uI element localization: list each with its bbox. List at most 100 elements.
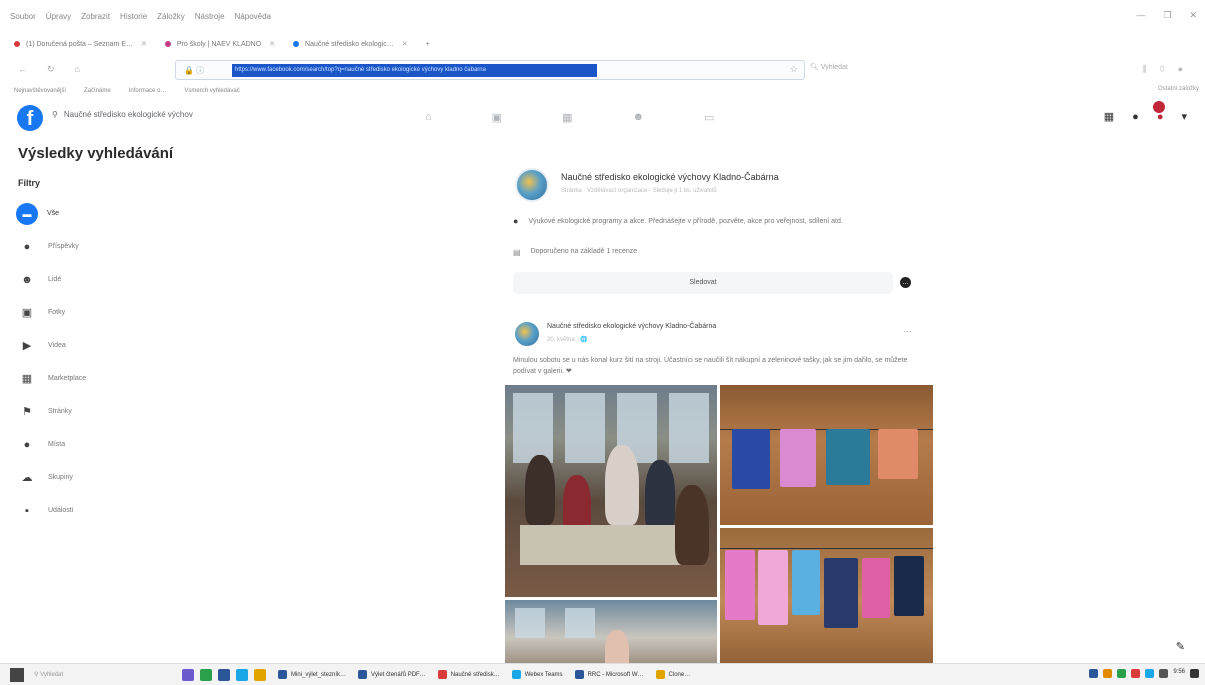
- facebook-search-input[interactable]: ⚲ Naučné středisko ekologické výchov: [52, 110, 193, 119]
- menu-bookmarks[interactable]: Záložky: [157, 12, 185, 21]
- close-tab-icon[interactable]: ✕: [269, 40, 275, 48]
- edge-icon[interactable]: [200, 668, 212, 681]
- menu-tools[interactable]: Nástroje: [195, 12, 225, 21]
- tab-strip: (1) Doručená pošta – Seznam E… ✕ Pro ško…: [0, 34, 1205, 54]
- reader-icon[interactable]: ☆: [790, 64, 798, 75]
- taskbar-app[interactable]: Mini_výlet_stezník…: [278, 670, 346, 679]
- close-window-button[interactable]: ✕: [1189, 10, 1197, 21]
- filter-pages[interactable]: ⚑ Stránky: [18, 395, 218, 428]
- filter-events[interactable]: ▪ Události: [18, 494, 218, 527]
- gaming-icon[interactable]: ▭: [704, 111, 714, 124]
- menu-history[interactable]: Historie: [120, 12, 147, 21]
- marketplace-icon[interactable]: ▦: [562, 111, 572, 124]
- new-tab-button[interactable]: +: [426, 41, 430, 48]
- filter-marketplace[interactable]: ▦ Marketplace: [18, 362, 218, 395]
- sidebar-icon[interactable]: ▯: [1158, 64, 1177, 74]
- post-options-button[interactable]: ···: [903, 326, 912, 336]
- page-description: Výukové ekologické programy a akce. Před…: [528, 218, 843, 225]
- new-message-icon[interactable]: ✎: [1176, 640, 1185, 653]
- filter-all[interactable]: ▬ Vše: [16, 197, 218, 230]
- firefox-icon[interactable]: [254, 668, 266, 681]
- messenger-icon[interactable]: ●: [1132, 111, 1139, 123]
- post-timestamp[interactable]: 20. května · 🌐: [547, 336, 588, 343]
- map-pin-icon: ●: [23, 438, 31, 451]
- post-author-avatar[interactable]: [515, 322, 539, 346]
- taskbar-app[interactable]: Webex Teams: [511, 670, 563, 679]
- back-icon[interactable]: ←: [18, 64, 47, 74]
- recommend-text: Doporučeno na základě 1 recenze: [530, 248, 638, 255]
- library-icon[interactable]: ⫼: [1142, 64, 1158, 74]
- home-icon[interactable]: ⌂: [425, 111, 432, 124]
- page-info-row: ● Výukové ekologické programy a akce. Př…: [513, 216, 923, 227]
- home-icon[interactable]: ⌂: [75, 64, 100, 74]
- filter-posts[interactable]: ● Příspěvky: [18, 230, 218, 263]
- taskbar-app[interactable]: Výlet čtenářů PDF…: [358, 670, 426, 679]
- page-name-link[interactable]: Naučné středisko ekologické výchovy Klad…: [561, 172, 779, 182]
- post-author-link[interactable]: Naučné středisko ekologické výchovy Klad…: [547, 323, 716, 330]
- tab-facebook[interactable]: Naučné středisko ekologic… ✕: [293, 40, 408, 48]
- filter-places[interactable]: ● Místa: [18, 428, 218, 461]
- filter-videos[interactable]: ▶ Videa: [18, 329, 218, 362]
- post-photo[interactable]: [720, 528, 933, 675]
- taskbar-search[interactable]: ⚲ Vyhledat: [34, 671, 154, 678]
- bookmark-item[interactable]: Informace o…: [129, 88, 167, 94]
- tray-icon[interactable]: [1131, 669, 1141, 678]
- taskbar-app[interactable]: Naučné středisk…: [437, 670, 500, 679]
- close-tab-icon[interactable]: ✕: [141, 40, 147, 48]
- filter-photos[interactable]: ▣ Fotky: [18, 296, 218, 329]
- address-bar[interactable]: 🔒 ⓘ https://www.facebook.com/search/top?…: [175, 60, 805, 80]
- menu-grid-icon[interactable]: ▦: [1104, 110, 1114, 123]
- post-photo[interactable]: [720, 385, 933, 525]
- tray-icon[interactable]: [1089, 669, 1099, 678]
- tab-label: Pro školy | NAEV KLADNO: [176, 40, 262, 48]
- toolbar-right-icons: ⫼▯●: [1142, 64, 1195, 75]
- other-bookmarks[interactable]: Ostatní záložky: [1158, 86, 1199, 92]
- reload-icon[interactable]: ↻: [47, 64, 75, 74]
- filter-people[interactable]: ☻ Lidé: [18, 263, 218, 296]
- page-avatar[interactable]: [515, 168, 549, 202]
- menu-edit[interactable]: Úpravy: [46, 12, 71, 21]
- tray-icon[interactable]: [1145, 669, 1155, 678]
- bookmark-item[interactable]: Nejnavštěvovanější: [14, 88, 66, 94]
- page-meta: Stránka · Vzdělávací organizace · Sleduj…: [561, 188, 717, 194]
- bookmark-item[interactable]: Začínáme: [84, 88, 111, 94]
- watch-icon[interactable]: ▣: [492, 111, 502, 124]
- tray-icon[interactable]: [1117, 669, 1127, 678]
- teams-icon[interactable]: [182, 668, 194, 681]
- tray-icon[interactable]: [1159, 669, 1169, 678]
- filter-label: Příspěvky: [48, 243, 79, 250]
- tab-label: (1) Doručená pošta – Seznam E…: [26, 40, 133, 48]
- facebook-logo-icon[interactable]: f: [17, 105, 43, 131]
- minimize-button[interactable]: —: [1136, 10, 1145, 21]
- groups-icon[interactable]: ☻: [632, 111, 644, 124]
- bookmark-item[interactable]: Vsmerch vyhledávač: [184, 88, 239, 94]
- follow-button[interactable]: Sledovat: [513, 272, 893, 294]
- taskbar-app-label: RRC - Microsoft W…: [587, 671, 644, 678]
- tray-icon[interactable]: [1103, 669, 1113, 678]
- url-text[interactable]: https://www.facebook.com/search/top?q=na…: [232, 64, 597, 77]
- maximize-button[interactable]: ❐: [1163, 10, 1171, 21]
- account-icon[interactable]: ▾: [1181, 110, 1187, 123]
- browser-search-box[interactable]: 🔍︎ Vyhledat: [810, 63, 848, 71]
- taskbar-app[interactable]: RRC - Microsoft W…: [574, 670, 644, 679]
- windows-start-icon[interactable]: [10, 667, 24, 682]
- page-recommend-row: ▤ Doporučeno na základě 1 recenze: [513, 248, 637, 257]
- notification-center-icon[interactable]: [1190, 669, 1199, 678]
- tab-naev[interactable]: Pro školy | NAEV KLADNO ✕: [164, 40, 275, 48]
- taskbar-app[interactable]: Clone…: [655, 670, 690, 679]
- lock-icon: 🔒 ⓘ: [184, 66, 205, 75]
- post-photo[interactable]: [505, 385, 717, 597]
- explorer-icon[interactable]: [218, 668, 230, 681]
- close-tab-icon[interactable]: ✕: [402, 40, 408, 48]
- window-controls: — ❐ ✕: [1136, 10, 1197, 21]
- facebook-header-right: ▦ ● ● ▾: [1104, 110, 1187, 124]
- app-icon[interactable]: [236, 668, 248, 681]
- menu-help[interactable]: Nápověda: [235, 12, 271, 21]
- filter-groups[interactable]: ☁ Skupiny: [18, 461, 218, 494]
- more-options-button[interactable]: …: [900, 277, 911, 288]
- menu-file[interactable]: Soubor: [10, 12, 36, 21]
- tab-seznam[interactable]: (1) Doručená pošta – Seznam E… ✕: [14, 40, 147, 48]
- menu-view[interactable]: Zobrazit: [81, 12, 110, 21]
- clock[interactable]: 9:56: [1173, 669, 1185, 678]
- extension-icon[interactable]: ●: [1178, 64, 1195, 74]
